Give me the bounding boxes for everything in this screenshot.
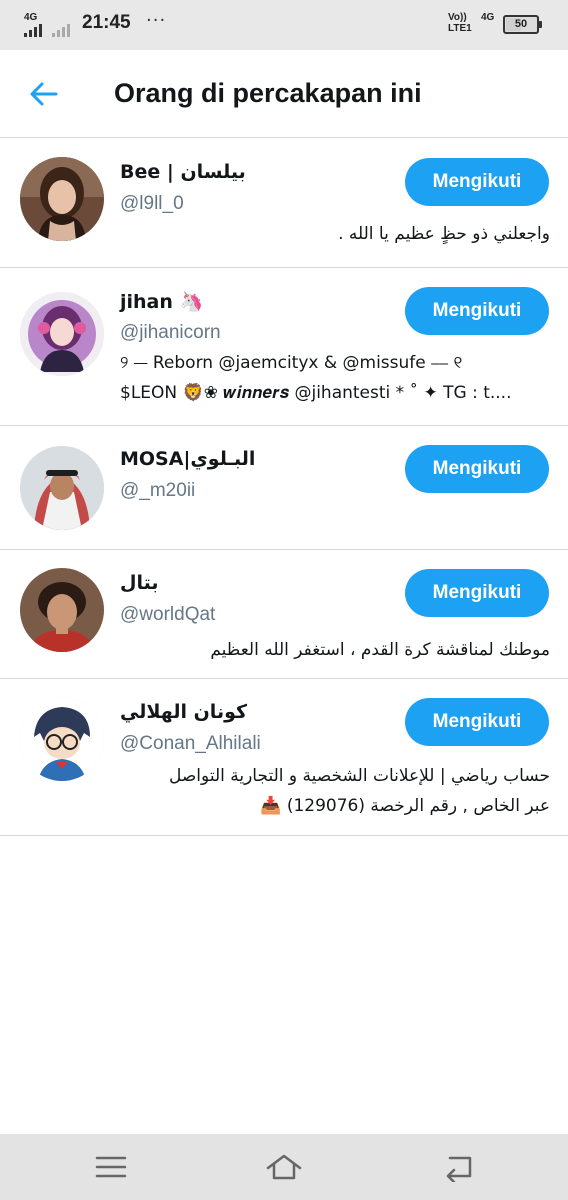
bio-line: واجعلني ذو حظٍ عظيم يا الله . [338,224,550,244]
avatar-image [20,568,104,652]
user-handle[interactable]: @Conan_Alhilali [120,733,261,755]
user-row[interactable]: MOSA|البـلوي @_m20ii Mengikuti [0,426,568,550]
app-header: Orang di percakapan ini [0,50,568,138]
user-display-name[interactable]: jihan 🦄 [120,290,203,313]
user-display-name[interactable]: MOSA|البـلوي [120,448,255,470]
menu-button[interactable] [93,1152,129,1182]
battery-icon: 50 [503,15,542,34]
user-row[interactable]: بتال @worldQat موطنك لمناقشة كرة القدم ،… [0,550,568,679]
user-list: Bee | بيلسان @l9ll_0 واجعلني ذو حظٍ عظيم… [0,139,568,836]
user-handle[interactable]: @_m20ii [120,480,195,502]
user-display-name[interactable]: Bee | بيلسان [120,161,246,183]
back-button[interactable] [26,76,62,112]
user-row[interactable]: jihan 🦄 @jihanicorn ୨ ⎯⎯ Reborn @jaemcit… [0,268,568,426]
user-handle[interactable]: @l9ll_0 [120,193,184,215]
home-button[interactable] [266,1152,302,1182]
avatar-image [20,697,104,781]
back-nav-button[interactable] [440,1152,476,1184]
user-display-name[interactable]: كونان الهلالي [120,701,247,723]
network-type-left: 4G [24,12,38,23]
status-time: 21:45 [82,12,131,33]
following-button[interactable]: Mengikuti [405,287,549,335]
menu-icon [95,1156,127,1178]
following-button[interactable]: Mengikuti [405,158,549,206]
avatar-image [20,157,104,241]
avatar-image [20,446,104,530]
signal-strength-sim2-icon [52,24,70,37]
status-bar: 4G 21:45 ··· Vo)) LTE1 4G 50 [0,0,568,50]
user-handle[interactable]: @worldQat [120,604,215,626]
user-row[interactable]: Bee | بيلسان @l9ll_0 واجعلني ذو حظٍ عظيم… [0,139,568,268]
arrow-left-icon [30,82,58,106]
bio-line: $LEON 🦁❀ 𝒘𝒊𝒏𝒏𝒆𝒓𝒔 @jihantesti * ˚ ✦ TG : … [120,383,512,403]
bio-line: موطنك لمناقشة كرة القدم ، استغفر الله ال… [210,640,550,660]
bio-line: حساب رياضي | للإعلانات الشخصية و التجاري… [169,766,550,786]
home-icon [266,1154,302,1180]
following-button[interactable]: Mengikuti [405,569,549,617]
system-nav-bar [0,1134,568,1200]
network-type-right: 4G [481,12,495,23]
notification-dots: ··· [146,10,167,31]
page-title: Orang di percakapan ini [114,78,422,108]
avatar[interactable] [20,292,104,376]
user-handle[interactable]: @jihanicorn [120,322,221,344]
bio-line: ୨ ⎯⎯ Reborn @jaemcityx & @missufe ⎯⎯ ୧ [120,353,463,373]
back-icon [446,1156,472,1184]
user-bio: موطنك لمناقشة كرة القدم ، استغفر الله ال… [120,635,550,665]
bio-line: عبر الخاص , رقم الرخصة (129076) 📥 [260,796,550,816]
user-row[interactable]: كونان الهلالي @Conan_Alhilali حساب رياضي… [0,679,568,836]
lte-label: LTE1 [448,23,472,34]
avatar-image [20,292,104,376]
avatar[interactable] [20,446,104,530]
following-button[interactable]: Mengikuti [405,445,549,493]
user-display-name[interactable]: بتال [120,572,159,594]
user-bio: واجعلني ذو حظٍ عظيم يا الله . [120,219,550,249]
avatar[interactable] [20,157,104,241]
volte-indicator: Vo)) LTE1 [448,12,472,34]
battery-level: 50 [514,18,528,30]
avatar[interactable] [20,568,104,652]
user-bio: ୨ ⎯⎯ Reborn @jaemcityx & @missufe ⎯⎯ ୧ $… [120,348,550,408]
following-button[interactable]: Mengikuti [405,698,549,746]
user-bio: حساب رياضي | للإعلانات الشخصية و التجاري… [120,761,550,821]
signal-strength-icon [24,24,42,37]
avatar[interactable] [20,697,104,781]
volte-label: Vo)) [448,12,467,23]
